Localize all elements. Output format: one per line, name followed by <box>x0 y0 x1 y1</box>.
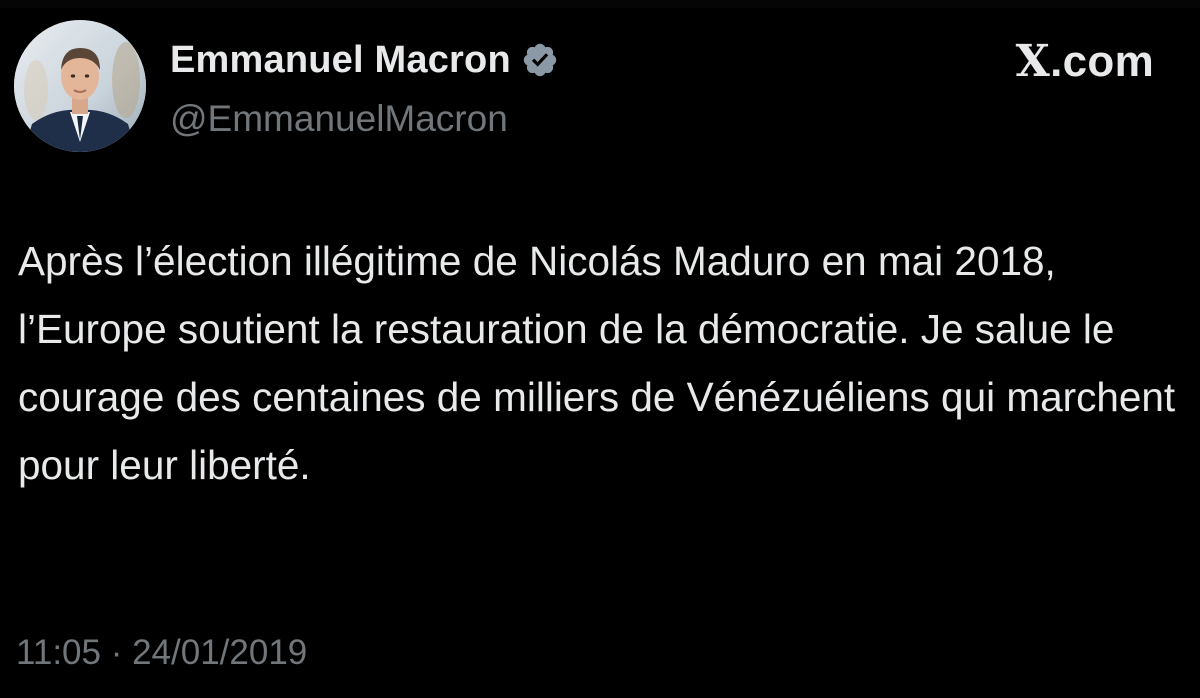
tweet-card: Emmanuel Macron @EmmanuelMacron X.com Ap… <box>0 0 1200 698</box>
x-logo-glyph: X <box>1015 36 1051 87</box>
author-block: Emmanuel Macron @EmmanuelMacron <box>170 36 559 140</box>
verified-badge-icon <box>523 43 557 77</box>
author-display-name[interactable]: Emmanuel Macron <box>170 39 511 82</box>
author-avatar[interactable] <box>14 20 146 152</box>
author-name-row: Emmanuel Macron <box>170 36 559 84</box>
x-logo-suffix: .com <box>1050 37 1154 86</box>
tweet-timestamp[interactable]: 11:05 · 24/01/2019 <box>16 633 307 673</box>
x-com-logo: X.com <box>1016 36 1154 87</box>
top-strip <box>0 0 1200 8</box>
tweet-text: Après l’élection illégitime de Nicolás M… <box>18 238 1176 488</box>
profile-photo-icon <box>14 20 146 152</box>
author-handle[interactable]: @EmmanuelMacron <box>170 98 559 140</box>
